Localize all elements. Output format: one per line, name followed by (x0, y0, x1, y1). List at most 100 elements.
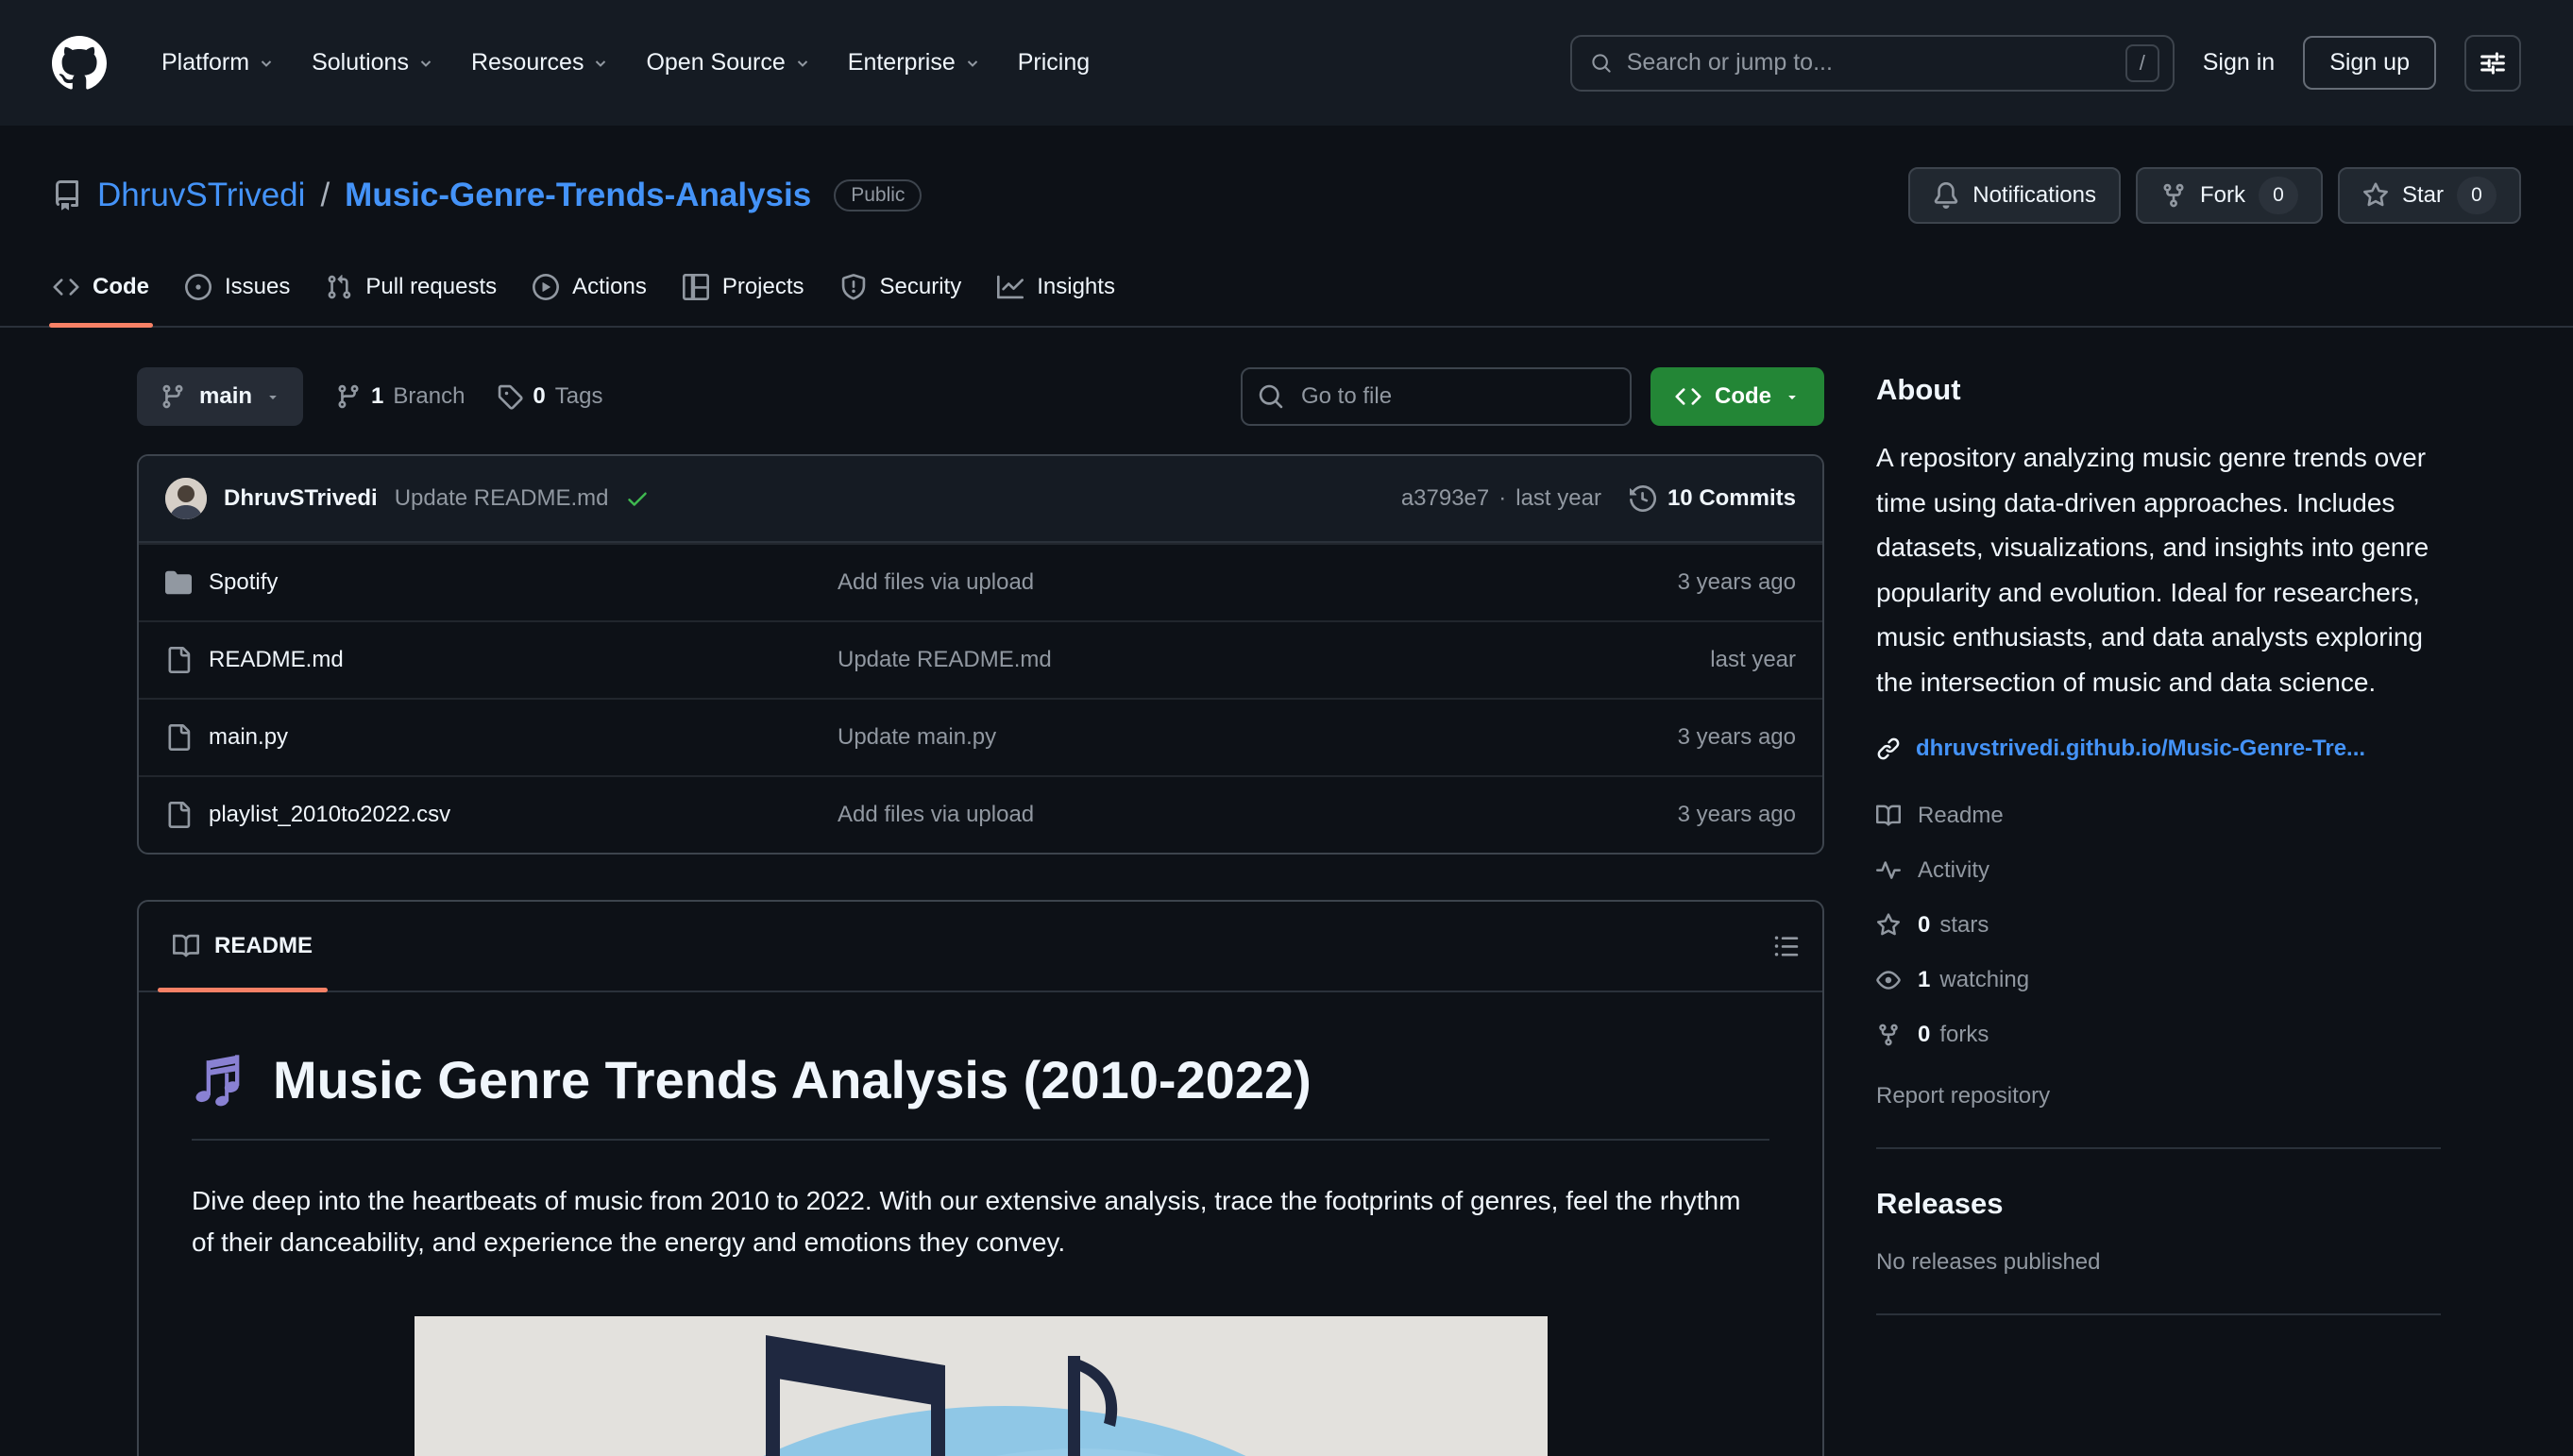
bell-icon (1934, 182, 1958, 209)
pull-request-icon (328, 275, 351, 299)
sign-in-link[interactable]: Sign in (2203, 49, 2275, 76)
file-age[interactable]: 3 years ago (1678, 569, 1796, 596)
sliders-icon (2480, 51, 2505, 75)
tab-issues[interactable]: Issues (170, 248, 305, 326)
nav-item-solutions[interactable]: Solutions (293, 49, 452, 76)
readme-header: README (139, 902, 1822, 992)
avatar[interactable] (165, 478, 207, 519)
check-icon[interactable] (625, 486, 650, 511)
about-description: A repository analyzing music genre trend… (1876, 443, 2429, 697)
tab-label: Pull requests (365, 274, 498, 299)
issue-icon (185, 274, 212, 300)
file-commit-message[interactable]: Update README.md (838, 647, 1710, 673)
file-link[interactable]: playlist_2010to2022.csv (209, 802, 450, 828)
forks-count: 0 (1918, 1021, 1931, 1047)
commit-message-link[interactable]: Update README.md (395, 485, 609, 512)
code-button-label: Code (1715, 383, 1771, 409)
nav-item-enterprise[interactable]: Enterprise (829, 49, 999, 76)
github-repo-page: Platform Solutions Resources Open Source… (0, 0, 2573, 1456)
file-link[interactable]: README.md (209, 647, 344, 673)
file-age[interactable]: 3 years ago (1678, 802, 1796, 828)
global-search-input[interactable] (1626, 49, 2110, 76)
tab-actions[interactable]: Actions (517, 248, 662, 326)
tab-label: Code (93, 274, 149, 299)
file-commit-message[interactable]: Update main.py (838, 724, 1678, 751)
branches-link[interactable]: 1 Branch (335, 383, 465, 410)
tab-label: Insights (1037, 274, 1115, 299)
readme-link[interactable]: Readme (1876, 788, 2441, 843)
branch-selector[interactable]: main (137, 367, 304, 426)
chevron-down-icon (261, 59, 272, 67)
watching-label: watching (1939, 966, 2030, 992)
forks-label: forks (1939, 1021, 1989, 1047)
nav-item-open-source[interactable]: Open Source (627, 49, 828, 76)
file-age[interactable]: last year (1710, 647, 1796, 673)
file-commit-message[interactable]: Add files via upload (838, 569, 1678, 596)
breadcrumb-separator: / (320, 177, 330, 213)
table-row: Spotify Add files via upload 3 years ago (139, 543, 1822, 620)
readme-tab[interactable]: README (139, 902, 347, 992)
link-icon (1877, 737, 1900, 759)
report-repository-link[interactable]: Report repository (1876, 1083, 2050, 1109)
search-icon (1592, 53, 1611, 73)
sign-up-button[interactable]: Sign up (2303, 36, 2436, 90)
file-link[interactable]: Spotify (209, 569, 278, 596)
stars-link[interactable]: 0 stars (1876, 898, 2441, 953)
star-button[interactable]: Star 0 (2337, 167, 2521, 224)
tab-pull-requests[interactable]: Pull requests (311, 248, 512, 326)
music-notes-icon (195, 1054, 240, 1106)
website-link[interactable]: dhruvstrivedi.github.io/Music-Genre-Tre.… (1916, 736, 2365, 762)
notifications-button[interactable]: Notifications (1908, 167, 2121, 224)
repo-name-link[interactable]: Music-Genre-Trends-Analysis (345, 177, 811, 214)
tags-link[interactable]: 0 Tags (497, 383, 602, 410)
latest-commit-bar: DhruvSTrivedi Update README.md a3793e7 ·… (139, 456, 1822, 543)
repo-owner-link[interactable]: DhruvSTrivedi (97, 177, 305, 214)
repo-tab-nav: Code Issues Pull requests Actions Projec… (0, 248, 2573, 328)
nav-item-platform[interactable]: Platform (143, 49, 293, 76)
watching-link[interactable]: 1 watching (1876, 953, 2441, 1007)
table-row: main.py Update main.py 3 years ago (139, 698, 1822, 775)
search-icon (1259, 384, 1283, 409)
git-branch-icon (338, 384, 359, 409)
code-icon (53, 279, 79, 296)
nav-label: Pricing (1017, 49, 1091, 76)
github-logo-icon[interactable] (52, 35, 107, 91)
activity-link[interactable]: Activity (1876, 843, 2441, 898)
primary-nav: Platform Solutions Resources Open Source… (143, 49, 1109, 76)
readme-tab-label: README (214, 933, 313, 958)
releases-title: Releases (1876, 1186, 2004, 1220)
nav-item-pricing[interactable]: Pricing (999, 49, 1109, 76)
file-link[interactable]: main.py (209, 724, 288, 751)
tab-code[interactable]: Code (38, 248, 164, 328)
activity-label: Activity (1918, 856, 1990, 883)
fork-button[interactable]: Fork 0 (2135, 167, 2323, 224)
readme-intro: Dive deep into the heartbeats of music f… (192, 1186, 1741, 1258)
commit-time: last year (1515, 485, 1601, 511)
commit-sha[interactable]: a3793e7 · last year (1401, 485, 1601, 512)
website-row: dhruvstrivedi.github.io/Music-Genre-Tre.… (1876, 736, 2441, 762)
code-dropdown-button[interactable]: Code (1650, 367, 1824, 426)
watching-count: 1 (1918, 966, 1931, 992)
commit-history-link[interactable]: 10 Commits (1629, 485, 1796, 512)
commit-author-link[interactable]: DhruvSTrivedi (224, 485, 378, 512)
nav-item-resources[interactable]: Resources (452, 49, 628, 76)
tab-projects[interactable]: Projects (668, 248, 820, 326)
nav-label: Resources (470, 49, 584, 76)
tab-label: Actions (572, 274, 647, 299)
slash-shortcut-key: / (2124, 43, 2159, 82)
global-search[interactable]: / (1569, 34, 2175, 92)
file-commit-message[interactable]: Add files via upload (838, 802, 1678, 828)
fork-count: 0 (2258, 177, 2298, 214)
tab-label: Issues (225, 274, 291, 299)
appearance-settings-button[interactable] (2464, 34, 2521, 92)
releases-empty-text: No releases published (1876, 1248, 2101, 1275)
outline-button[interactable] (1773, 933, 1800, 959)
tab-security[interactable]: Security (825, 248, 977, 326)
tab-label: Security (879, 274, 962, 299)
divider (1876, 1312, 2441, 1315)
file-age[interactable]: 3 years ago (1678, 724, 1796, 751)
tab-insights[interactable]: Insights (982, 248, 1130, 326)
forks-link[interactable]: 0 forks (1876, 1007, 2441, 1062)
list-unordered-icon (1774, 936, 1799, 957)
go-to-file-input[interactable] (1241, 367, 1632, 426)
